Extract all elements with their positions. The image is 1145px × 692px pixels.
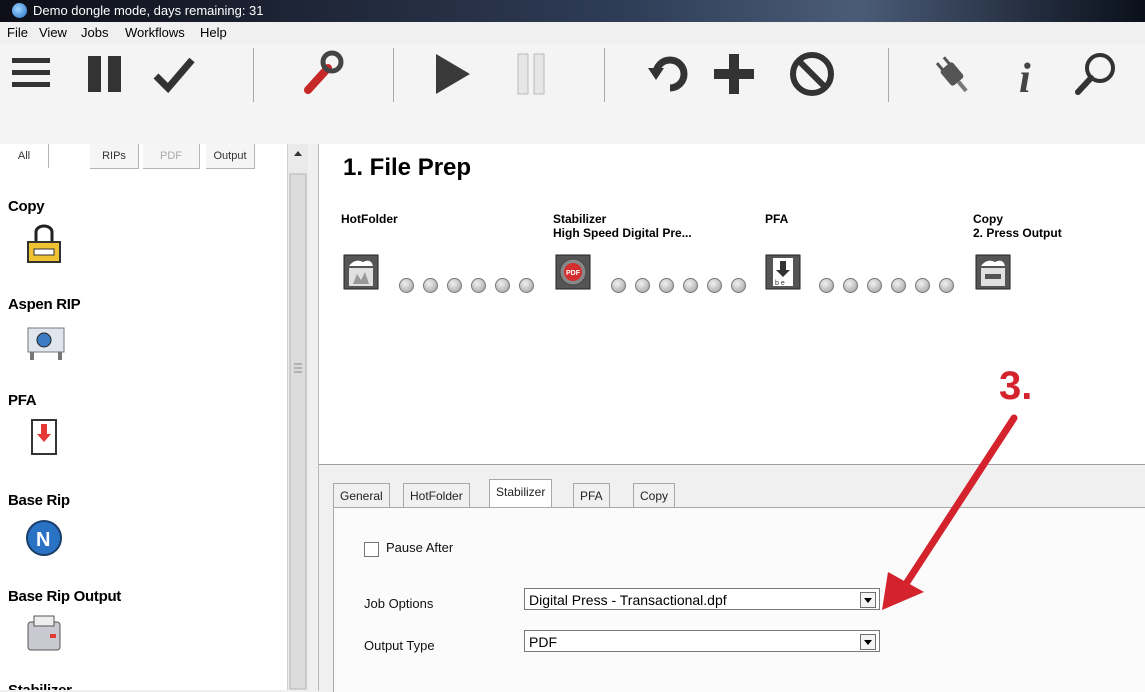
output-type-select[interactable]: PDF <box>524 630 880 652</box>
base-rip-icon[interactable]: N <box>24 518 64 563</box>
magnify-icon[interactable] <box>1072 50 1120 98</box>
panel-scrollbar[interactable] <box>287 144 308 690</box>
menu-jobs[interactable]: Jobs <box>81 25 108 40</box>
play-icon[interactable] <box>428 50 476 98</box>
workflow-title: 1. File Prep <box>343 154 472 181</box>
output-device-icon[interactable] <box>24 614 64 659</box>
job-options-select[interactable]: Digital Press - Transactional.dpf <box>524 588 880 610</box>
svg-text:b e: b e <box>775 280 785 287</box>
svg-text:N: N <box>36 529 50 551</box>
tab-hotfolder[interactable]: HotFolder <box>403 483 470 508</box>
tab-content: Pause After Job Options Digital Press - … <box>333 507 1145 692</box>
tab-pfa[interactable]: PFA <box>573 483 610 508</box>
menu-file[interactable]: File <box>7 25 28 40</box>
checkmark-icon[interactable] <box>150 50 198 98</box>
output-type-label: Output Type <box>364 638 435 653</box>
chevron-down-icon[interactable] <box>860 634 876 650</box>
tab-all[interactable]: All <box>0 144 49 168</box>
job-options-label: Job Options <box>364 596 434 611</box>
svg-text:PDF: PDF <box>566 270 581 277</box>
stabilizer-icon[interactable]: PDF <box>555 254 591 290</box>
printer-icon[interactable] <box>24 322 68 367</box>
hotfolder-icon[interactable] <box>343 254 379 290</box>
pause-after-label: Pause After <box>386 540 454 555</box>
add-icon[interactable] <box>710 50 758 98</box>
info-icon[interactable]: i <box>1005 50 1053 102</box>
tool-aspen-rip-label[interactable]: Aspen RIP <box>8 296 81 313</box>
tab-output[interactable]: Output <box>206 144 255 169</box>
annotation-label: 3. <box>999 364 1033 408</box>
tab-stabilizer[interactable]: Stabilizer <box>489 479 553 508</box>
undo-icon[interactable] <box>646 50 694 98</box>
copy-icon[interactable] <box>24 224 64 269</box>
toolbar: i <box>0 44 1145 144</box>
tool-base-rip-label[interactable]: Base Rip <box>8 492 70 509</box>
node-hotfolder-label: HotFolder <box>341 212 398 226</box>
svg-text:i: i <box>1019 56 1031 98</box>
workflow-canvas: 1. File Prep HotFolder Stabilizer High Sp… <box>318 144 1145 464</box>
menu-lines-icon[interactable] <box>8 50 56 98</box>
pfa-icon[interactable] <box>24 418 64 463</box>
tab-copy[interactable]: Copy <box>633 483 676 508</box>
tool-stabilizer-label[interactable]: Stabilizer <box>8 682 72 690</box>
app-icon <box>12 3 27 18</box>
pause-icon[interactable] <box>82 50 130 98</box>
tool-base-rip-output-label[interactable]: Base Rip Output <box>8 588 121 605</box>
copy-node-icon[interactable] <box>975 254 1011 290</box>
window-title: Demo dongle mode, days remaining: 31 <box>33 3 264 18</box>
tools-panel: All RIPs PDF Output Copy Aspen RIP PFA B… <box>0 144 288 690</box>
tool-pfa-label[interactable]: PFA <box>8 392 37 409</box>
pfa-node-icon[interactable]: b e <box>765 254 801 290</box>
plug-icon[interactable] <box>928 50 976 98</box>
stop-icon[interactable] <box>788 50 836 98</box>
wrench-icon[interactable] <box>298 50 346 98</box>
menu-bar: File View Jobs Workflows Help <box>0 22 1145 45</box>
title-bar: Demo dongle mode, days remaining: 31 <box>0 0 1145 22</box>
tab-general[interactable]: General <box>333 483 390 508</box>
tab-pdf[interactable]: PDF <box>143 144 200 169</box>
node-pfa-label: PFA <box>765 212 789 226</box>
node-stabilizer-label: Stabilizer High Speed Digital Pre... <box>553 212 692 240</box>
properties-panel: General HotFolder Stabilizer PFA Copy Pa… <box>318 464 1145 692</box>
menu-help[interactable]: Help <box>200 25 227 40</box>
tool-copy-label[interactable]: Copy <box>8 198 45 215</box>
node-copy-label: Copy 2. Press Output <box>973 212 1062 240</box>
menu-view[interactable]: View <box>39 25 67 40</box>
chevron-down-icon[interactable] <box>860 592 876 608</box>
menu-workflows[interactable]: Workflows <box>125 25 185 40</box>
tab-rips[interactable]: RIPs <box>90 144 139 169</box>
pause-after-checkbox[interactable] <box>364 542 379 557</box>
pause-thin-icon[interactable] <box>510 50 558 98</box>
